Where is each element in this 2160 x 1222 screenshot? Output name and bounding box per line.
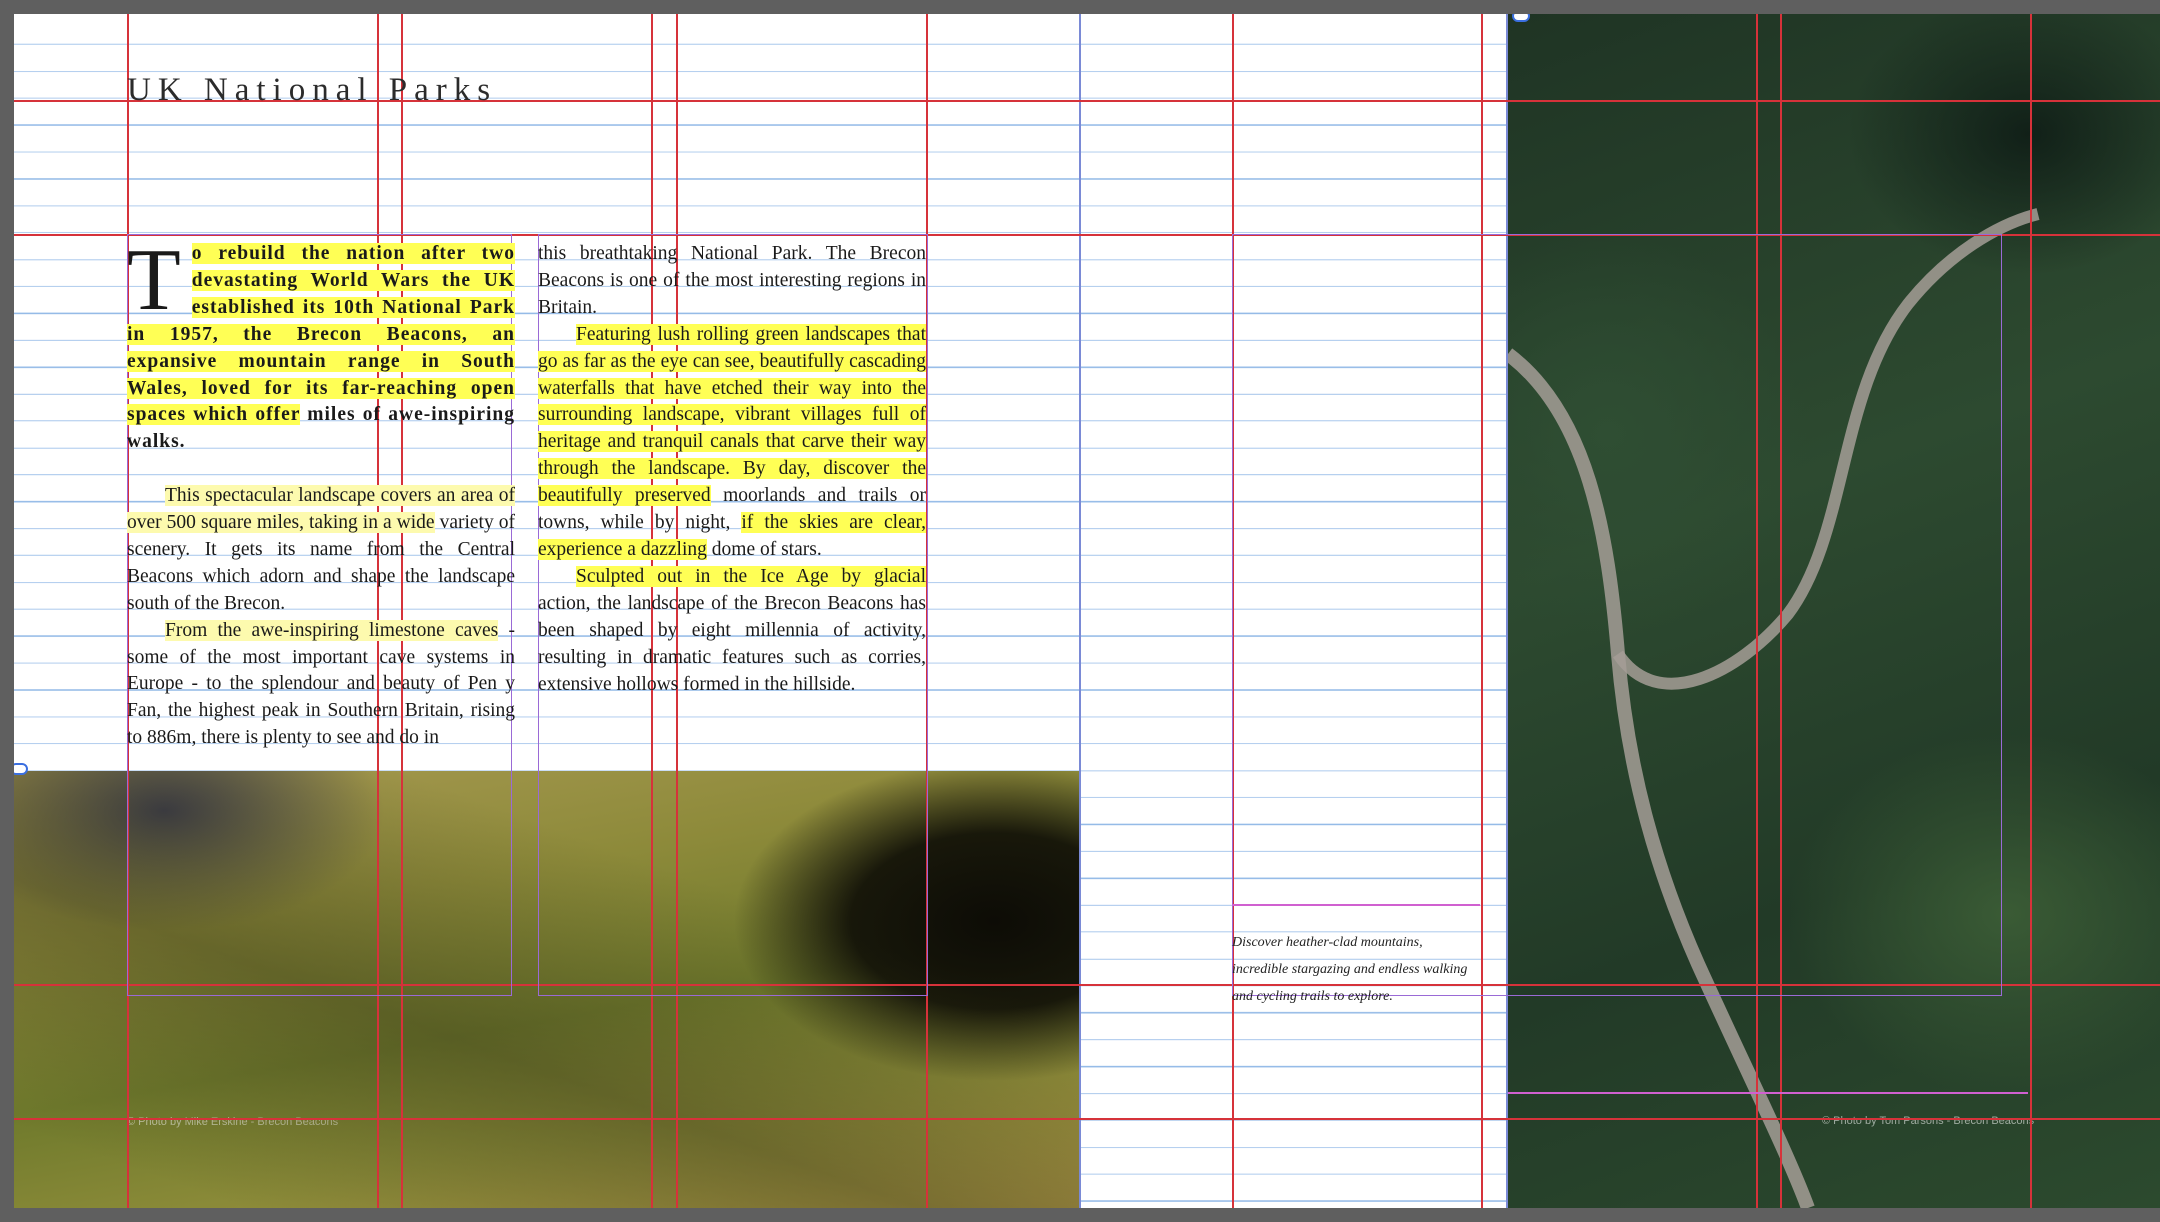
forest-photo-credit: © Photo by Tom Parsons - Brecon Beacons (1822, 1115, 2035, 1127)
text-thread-icon[interactable] (1512, 14, 1530, 22)
margin-guide[interactable] (1079, 14, 1081, 1208)
caption-frame-top (1232, 904, 1480, 906)
page-title[interactable]: UK National Parks (127, 72, 497, 109)
credit-frame-line (1508, 1092, 2028, 1094)
body-highlight: From the awe-inspiring limestone caves (165, 619, 499, 641)
body-paragraph: This spectacular landscape covers an are… (127, 483, 515, 618)
text-thread-icon[interactable] (14, 763, 28, 775)
body-column-2[interactable]: this breathtaking National Park. The Bre… (538, 241, 927, 699)
document-spread[interactable]: © Photo by Mike Erskine - Brecon Beacons… (14, 14, 2160, 1208)
body-paragraph: Sculpted out in the Ice Age by glacial a… (538, 564, 926, 699)
photo-caption[interactable]: Discover heather-clad mountains, incredi… (1232, 930, 1472, 1011)
body-text: action, the landscape of the Brecon Beac… (538, 592, 926, 695)
body-paragraph: Featuring lush rolling green landscapes … (538, 322, 927, 564)
body-text: dome of stars. (706, 538, 822, 560)
body-highlight: Sculpted out in the Ice Age by glacial (576, 565, 926, 587)
lede-highlight: o rebuild the nation after two devastati… (191, 243, 515, 318)
body-paragraph: this breathtaking National Park. The Bre… (538, 243, 926, 318)
text-frame-outline[interactable] (1232, 234, 2002, 996)
paragraph-spacer (127, 456, 515, 483)
body-column-1[interactable]: To rebuild the nation after two devastat… (127, 232, 515, 753)
row-guide[interactable] (14, 1118, 2160, 1120)
column-guide[interactable] (2030, 14, 2032, 1208)
body-paragraph: From the awe-inspiring limestone caves -… (127, 618, 515, 753)
drop-cap: T (127, 232, 182, 329)
lede-paragraph: To rebuild the nation after two devastat… (127, 232, 515, 456)
body-highlight: Featuring lush rolling green landscapes … (538, 323, 926, 507)
